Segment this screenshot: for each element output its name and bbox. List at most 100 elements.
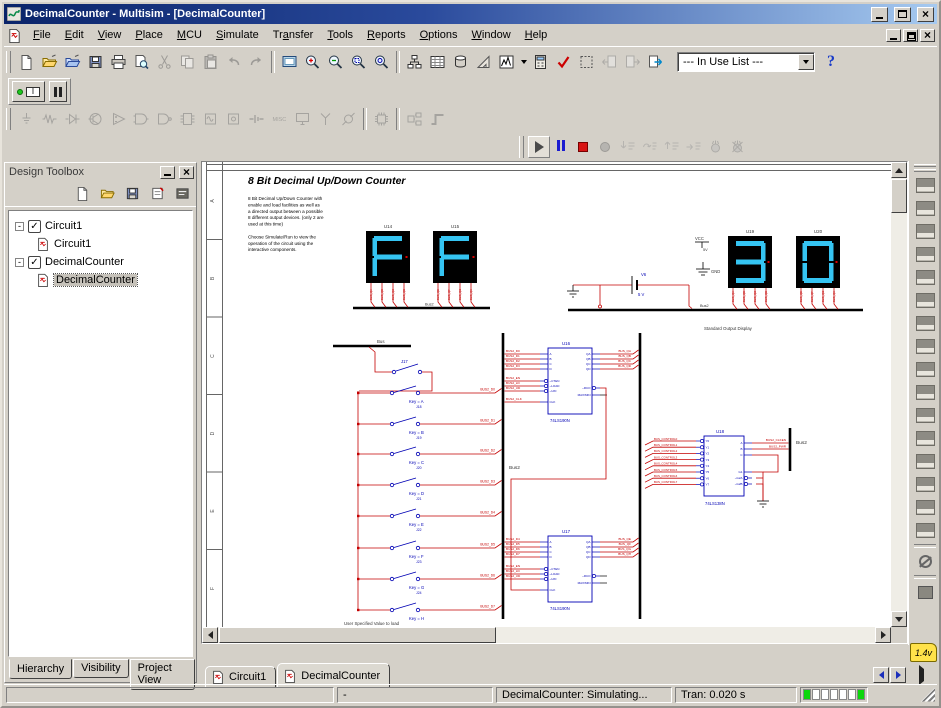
panel-close-button[interactable]: × xyxy=(179,166,194,179)
collapse-icon[interactable]: - xyxy=(15,258,24,267)
copy-button[interactable] xyxy=(176,50,199,74)
postprocessor-button[interactable] xyxy=(529,50,552,74)
maximize-button[interactable] xyxy=(894,7,911,22)
menu-item[interactable]: Place xyxy=(128,26,170,44)
frequency-counter-button[interactable] xyxy=(912,312,939,335)
scroll-left-button[interactable] xyxy=(202,627,218,643)
cmos-components-button[interactable] xyxy=(153,107,176,131)
pause-switch-button[interactable] xyxy=(49,81,67,102)
power-components-button[interactable] xyxy=(245,107,268,131)
grapher-dropdown-button[interactable] xyxy=(518,50,529,74)
remove-breakpoints-button[interactable] xyxy=(726,136,748,158)
analog-components-button[interactable] xyxy=(107,107,130,131)
run-stop-switch-button[interactable]: I xyxy=(12,81,45,102)
step-over-button[interactable] xyxy=(638,136,660,158)
step-into-button[interactable] xyxy=(616,136,638,158)
tab-hierarchy[interactable]: Hierarchy xyxy=(9,659,72,679)
labview-instruments-button[interactable] xyxy=(912,581,939,604)
multimeter-button[interactable] xyxy=(912,174,939,197)
component-U18[interactable]: U1874LS138NY0BUS_CONTROL0Y1BUS_CONTROL1Y… xyxy=(645,429,789,507)
switch-key-J24[interactable]: BUS2_D6Key = GJ24 xyxy=(357,572,502,595)
close-document-button[interactable] xyxy=(146,183,168,204)
toggle-breakpoint-button[interactable] xyxy=(704,136,726,158)
print-button[interactable] xyxy=(107,50,130,74)
measurement-probe-button[interactable]: 1.4v xyxy=(910,643,937,662)
logic-converter-button[interactable] xyxy=(912,381,939,404)
spreadsheet-view-button[interactable] xyxy=(426,50,449,74)
misc-digital-components-button[interactable] xyxy=(176,107,199,131)
network-analyzer-button[interactable] xyxy=(912,473,939,496)
menu-item[interactable]: Simulate xyxy=(209,26,266,44)
capture-screen-area-button[interactable] xyxy=(575,50,598,74)
step-out-button[interactable] xyxy=(660,136,682,158)
zoom-fit-button[interactable] xyxy=(370,50,393,74)
function-generator-button[interactable] xyxy=(912,197,939,220)
close-button[interactable]: × xyxy=(917,7,934,22)
agilent-oscilloscope-button[interactable] xyxy=(912,519,939,542)
combobox-arrow-button[interactable] xyxy=(798,54,814,70)
toolbar-grip[interactable] xyxy=(6,51,11,73)
oscilloscope-button[interactable] xyxy=(912,243,939,266)
toolbar-grip[interactable] xyxy=(519,136,524,158)
transistor-components-button[interactable] xyxy=(84,107,107,131)
ttl-components-button[interactable] xyxy=(130,107,153,131)
menu-item[interactable]: Help xyxy=(518,26,555,44)
scroll-down-button[interactable] xyxy=(891,611,907,627)
rf-components-button[interactable] xyxy=(314,107,337,131)
agilent-function-generator-button[interactable] xyxy=(912,496,939,519)
switch-key-J22[interactable]: BUS2_D4Key = EJ22 xyxy=(357,509,502,532)
save-document-button[interactable] xyxy=(121,183,143,204)
diode-components-button[interactable] xyxy=(61,107,84,131)
scroll-right-button[interactable] xyxy=(875,627,891,643)
open-document-button[interactable] xyxy=(96,183,118,204)
menu-item[interactable]: View xyxy=(91,26,129,44)
in-use-list-combobox[interactable]: --- In Use List --- xyxy=(677,52,815,72)
component-U16[interactable]: U1674LS190NABCD~CTEN~LOAD~U/DCLKQAQBQCQD… xyxy=(505,341,639,423)
electrical-rules-check-button[interactable] xyxy=(552,50,575,74)
mixed-components-button[interactable] xyxy=(199,107,222,131)
child-close-button[interactable]: × xyxy=(920,29,935,42)
word-generator-button[interactable] xyxy=(912,335,939,358)
seven-segment-display-U20[interactable]: U20BUS_QEBUS_QFBUS_QGBUS_QH xyxy=(796,229,840,309)
tab-visibility[interactable]: Visibility xyxy=(73,659,129,678)
advanced-peripherals-button[interactable] xyxy=(291,107,314,131)
zoom-in-button[interactable] xyxy=(301,50,324,74)
bode-plotter-button[interactable] xyxy=(912,289,939,312)
switch-key-J23[interactable]: BUS2_D5Key = FJ23 xyxy=(357,541,502,564)
four-channel-oscilloscope-button[interactable] xyxy=(912,266,939,289)
child-minimize-button[interactable] xyxy=(886,29,901,42)
distortion-analyzer-button[interactable] xyxy=(912,427,939,450)
misc-components-button[interactable]: MISC xyxy=(268,107,291,131)
zoom-area-button[interactable] xyxy=(347,50,370,74)
create-component-button[interactable] xyxy=(472,50,495,74)
run-to-cursor-button[interactable] xyxy=(682,136,704,158)
tab-scroll-left-button[interactable] xyxy=(873,667,889,683)
menu-item[interactable]: MCU xyxy=(170,26,209,44)
vertical-scroll-thumb[interactable] xyxy=(891,179,907,213)
back-annotate-button[interactable] xyxy=(598,50,621,74)
current-clamp-button[interactable] xyxy=(912,550,939,573)
toolbar-grip[interactable] xyxy=(914,169,936,172)
zoom-out-button[interactable] xyxy=(324,50,347,74)
transfer-to-ultiboard-button[interactable] xyxy=(644,50,667,74)
visibility-checkbox[interactable]: ✓ xyxy=(28,256,41,269)
design-toolbox-button[interactable] xyxy=(403,50,426,74)
horizontal-scroll-thumb[interactable] xyxy=(219,627,496,643)
menu-item[interactable]: Edit xyxy=(58,26,91,44)
save-button[interactable] xyxy=(84,50,107,74)
pause-button[interactable] xyxy=(550,136,572,158)
run-button[interactable] xyxy=(528,136,550,158)
indicator-components-button[interactable] xyxy=(222,107,245,131)
wattmeter-button[interactable] xyxy=(912,220,939,243)
collapse-icon[interactable]: - xyxy=(15,222,24,231)
switch-key-H[interactable]: BUS2_D7Key = H xyxy=(357,603,502,621)
logic-analyzer-button[interactable] xyxy=(912,358,939,381)
switch-key-J19[interactable]: BUS2_D1Key = BJ19 xyxy=(357,417,502,440)
seven-segment-display-U19[interactable]: U19BUS_QABUS_QBBUS_QCBUS_QD xyxy=(728,229,772,309)
minimize-button[interactable] xyxy=(871,7,888,22)
schematic-canvas[interactable]: ABCDEF8 Bit Decimal Up/Down Counter8 Bit… xyxy=(202,162,891,627)
hierarchical-block-button[interactable] xyxy=(403,107,426,131)
print-preview-button[interactable] xyxy=(130,50,153,74)
seven-segment-display-U14[interactable]: U14BUS_QABUS_QBBUS_QCBUS_QD xyxy=(366,224,410,307)
redo-button[interactable] xyxy=(245,50,268,74)
